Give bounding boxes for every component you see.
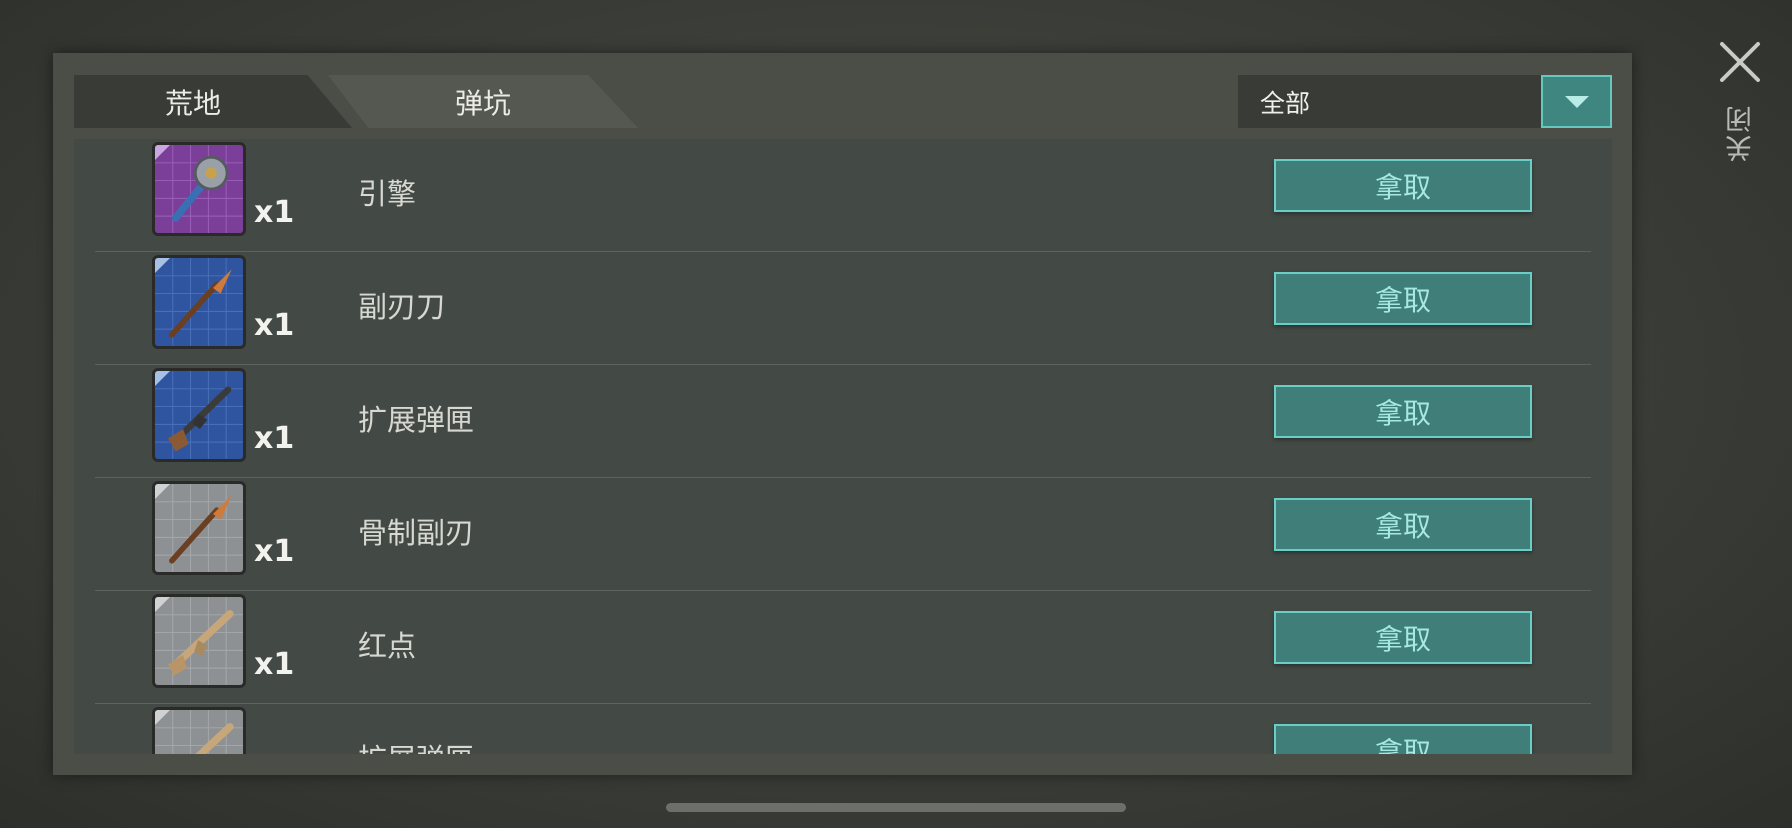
spear-blueprint-icon (152, 255, 246, 349)
item-quantity: x1 (254, 308, 295, 343)
dropdown-toggle-button[interactable] (1541, 75, 1612, 128)
loot-list[interactable]: x1 引擎 拿取 x1 副刃刀 拿取 x1 扩展弹匣 拿取 x1 骨制副刃 拿取… (74, 139, 1612, 754)
item-quantity: x1 (254, 195, 295, 230)
scar-rifle-blueprint-icon (152, 707, 246, 754)
chevron-down-icon (1564, 95, 1589, 108)
item-name: 引擎 (358, 177, 417, 211)
saw-mace-blueprint-icon (152, 142, 246, 236)
tab-wasteland-label: 荒地 (164, 86, 221, 120)
take-button[interactable]: 拿取 (1274, 159, 1532, 212)
list-item: x1 副刃刀 拿取 (74, 252, 1612, 365)
list-item: x1 红点 拿取 (74, 591, 1612, 704)
item-quantity: x1 (254, 534, 295, 569)
item-name: 红点 (358, 629, 417, 663)
filter-selected-value: 全部 (1260, 88, 1311, 118)
spear-blueprint-icon (152, 481, 246, 575)
tab-wasteland[interactable]: 荒地 (74, 75, 352, 128)
take-button[interactable]: 拿取 (1274, 724, 1532, 754)
home-indicator[interactable] (666, 803, 1126, 812)
list-item: x1 扩展弹匣 拿取 (74, 365, 1612, 478)
take-button[interactable]: 拿取 (1274, 272, 1532, 325)
tab-bar: 弹坑 荒地 (74, 75, 674, 128)
tab-crater-label: 弹坑 (454, 86, 511, 120)
ak-rifle-blueprint-icon (152, 368, 246, 462)
item-name: 副刃刀 (358, 290, 446, 324)
close-icon[interactable] (1718, 40, 1762, 84)
loot-panel: 弹坑 荒地 全部 x1 引擎 拿取 x1 副刃刀 拿取 x1 扩展弹匣 拿取 x… (53, 53, 1632, 775)
list-item: x1 骨制副刃 拿取 (74, 478, 1612, 591)
item-name: 扩展弹匣 (358, 736, 474, 754)
close-label[interactable]: 关闭 (1722, 104, 1762, 162)
item-name: 扩展弹匣 (358, 403, 475, 437)
take-button[interactable]: 拿取 (1274, 385, 1532, 438)
item-quantity: x1 (254, 647, 295, 682)
item-name: 骨制副刃 (358, 516, 475, 550)
take-button[interactable]: 拿取 (1274, 498, 1532, 551)
list-item: x1 扩展弹匣 拿取 (74, 704, 1612, 754)
scar-rifle-blueprint-icon (152, 594, 246, 688)
tab-crater[interactable]: 弹坑 (328, 75, 638, 128)
take-button[interactable]: 拿取 (1274, 611, 1532, 664)
list-item: x1 引擎 拿取 (74, 139, 1612, 252)
filter-dropdown[interactable]: 全部 (1238, 75, 1612, 128)
item-quantity: x1 (254, 421, 295, 456)
